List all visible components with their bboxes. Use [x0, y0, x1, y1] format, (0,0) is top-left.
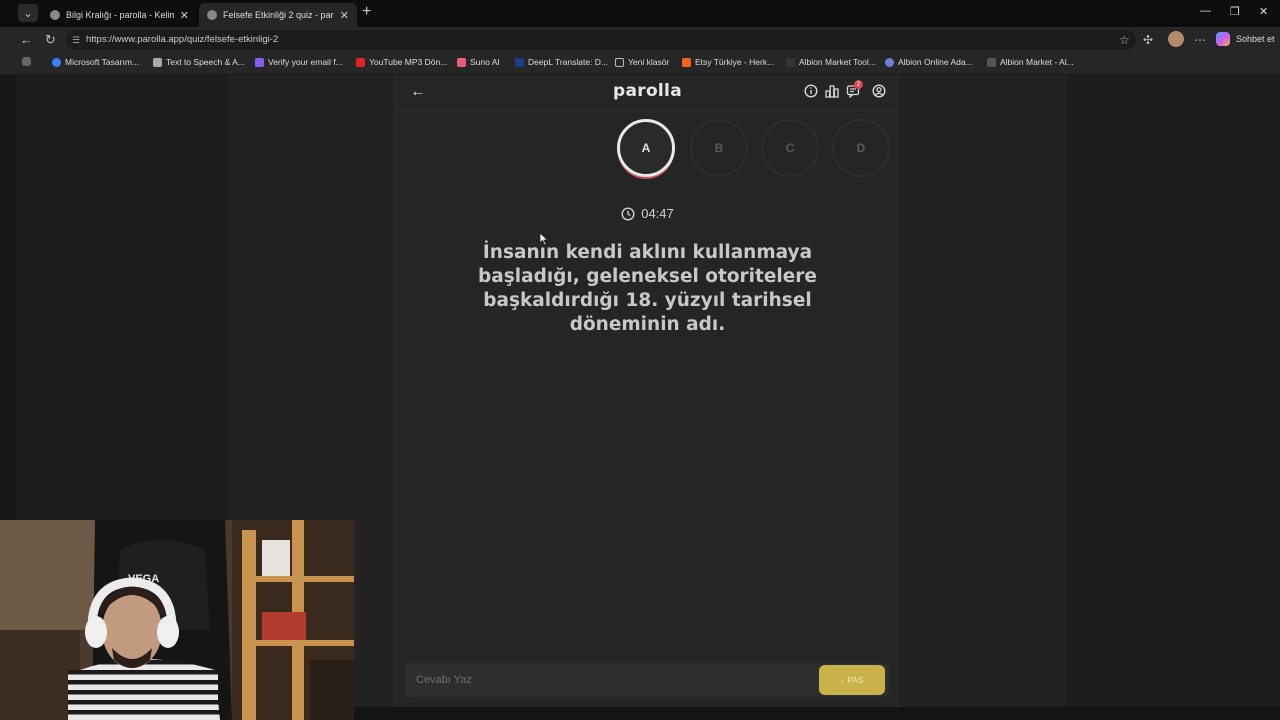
- tab-close-icon[interactable]: ✕: [340, 9, 349, 22]
- more-menu-icon[interactable]: ⋯: [1194, 33, 1206, 47]
- webcam-overlay: VEGA: [0, 520, 354, 720]
- bookmark-icon: [885, 57, 894, 67]
- info-icon[interactable]: [804, 84, 818, 98]
- restore-icon[interactable]: ❐: [1230, 5, 1240, 18]
- bookmark-icon: [356, 57, 365, 67]
- bookmark-icon: [153, 57, 162, 67]
- copilot-icon: [1216, 32, 1230, 46]
- bookmark-icon: [515, 57, 524, 67]
- bookmark-item[interactable]: YouTube MP3 Dön...: [356, 57, 447, 67]
- bookmark-icon: [987, 57, 996, 67]
- letter-circle-d: D: [832, 119, 890, 177]
- address-bar-row: ← ↻ ☰ https://www.parolla.app/quiz/felse…: [0, 27, 1280, 53]
- tab-favicon: [207, 10, 217, 20]
- answer-bar: › PAS: [405, 663, 889, 697]
- site-info-icon[interactable]: ☰: [72, 30, 80, 50]
- url-field[interactable]: ☰ https://www.parolla.app/quiz/felsefe-e…: [66, 30, 1136, 50]
- copilot-chat-button[interactable]: Sohbet et: [1216, 32, 1275, 46]
- bookmark-item[interactable]: Albion Market Tool...: [786, 57, 876, 67]
- bookmark-icon: [786, 57, 795, 67]
- minimize-icon[interactable]: —: [1200, 5, 1211, 17]
- bookmark-item[interactable]: Albion Online Ada...: [885, 57, 973, 67]
- account-icon[interactable]: [872, 84, 886, 98]
- tab-search-button[interactable]: ⌄: [18, 4, 38, 22]
- letter-circle-b: B: [690, 119, 748, 177]
- tab-title: Felsefe Etkinliği 2 quiz - parolla - Ki: [223, 10, 334, 20]
- app-header: ← parolla 2: [396, 75, 899, 111]
- bookmark-icon: [255, 57, 264, 67]
- clock-icon: [621, 206, 635, 221]
- url-text: https://www.parolla.app/quiz/felsefe-etk…: [86, 34, 279, 45]
- bookmark-item[interactable]: Suno AI: [457, 57, 500, 67]
- question-text: İnsanın kendi aklını kullanmaya başladığ…: [478, 242, 817, 335]
- webcam-feed: VEGA: [0, 520, 354, 720]
- bookmarks-toggle-icon[interactable]: [22, 57, 35, 66]
- close-window-icon[interactable]: ✕: [1259, 5, 1268, 18]
- chat-label: Sohbet et: [1236, 34, 1275, 44]
- notification-badge: 2: [854, 80, 863, 89]
- bookmark-icon: [682, 57, 691, 67]
- bookmark-folder[interactable]: Yeni klasör: [615, 57, 669, 67]
- letter-circle-a: A: [617, 119, 675, 177]
- tab-bilgi-kraligi[interactable]: Bilgi Kralığı - parolla - Kelime oyunu ✕: [42, 3, 197, 27]
- new-tab-icon[interactable]: +: [362, 3, 371, 21]
- leaderboard-icon[interactable]: [825, 84, 839, 98]
- app-logo[interactable]: parolla: [396, 81, 899, 101]
- pass-label: PAS: [847, 675, 864, 685]
- timer-value: 04:47: [641, 206, 674, 221]
- profile-avatar[interactable]: [1168, 31, 1184, 47]
- bookmark-item[interactable]: Etsy Türkiye - Herk...: [682, 57, 774, 67]
- answer-input[interactable]: [405, 663, 810, 697]
- letter-circle-c: C: [761, 119, 819, 177]
- reload-icon[interactable]: ↻: [45, 32, 56, 48]
- tab-title: Bilgi Kralığı - parolla - Kelime oyunu: [66, 10, 174, 20]
- quiz-app: ← parolla 2 A B C D 04:47 İnsanın kendi …: [395, 75, 899, 707]
- bookmark-item[interactable]: Microsoft Tasarım...: [52, 57, 139, 67]
- bookmark-item[interactable]: Albion Market - Al...: [987, 57, 1074, 67]
- bookmarks-bar: Microsoft Tasarım... Text to Speech & A.…: [0, 53, 1280, 75]
- bookmark-icon: [52, 57, 61, 67]
- bookmark-item[interactable]: DeepL Translate: D...: [515, 57, 608, 67]
- countdown-timer: 04:47: [396, 206, 899, 221]
- bookmark-item[interactable]: Text to Speech & A...: [153, 57, 245, 67]
- tab-close-icon[interactable]: ✕: [180, 9, 189, 22]
- tab-felsefe-quiz[interactable]: Felsefe Etkinliği 2 quiz - parolla - Ki …: [199, 3, 357, 27]
- back-icon[interactable]: ←: [20, 32, 33, 47]
- chevron-right-icon: ›: [840, 675, 844, 685]
- bookmark-icon: [457, 57, 466, 67]
- folder-icon: [615, 57, 624, 67]
- pass-button[interactable]: › PAS: [819, 665, 885, 695]
- extensions-icon[interactable]: ✣: [1143, 33, 1153, 47]
- bookmark-item[interactable]: Verify your email f...: [255, 57, 343, 67]
- bookmark-star-icon[interactable]: ☆: [1119, 33, 1130, 47]
- tab-favicon: [50, 10, 60, 20]
- mouse-cursor-icon: [539, 232, 549, 246]
- tab-strip: ⌄ Bilgi Kralığı - parolla - Kelime oyunu…: [0, 0, 1280, 27]
